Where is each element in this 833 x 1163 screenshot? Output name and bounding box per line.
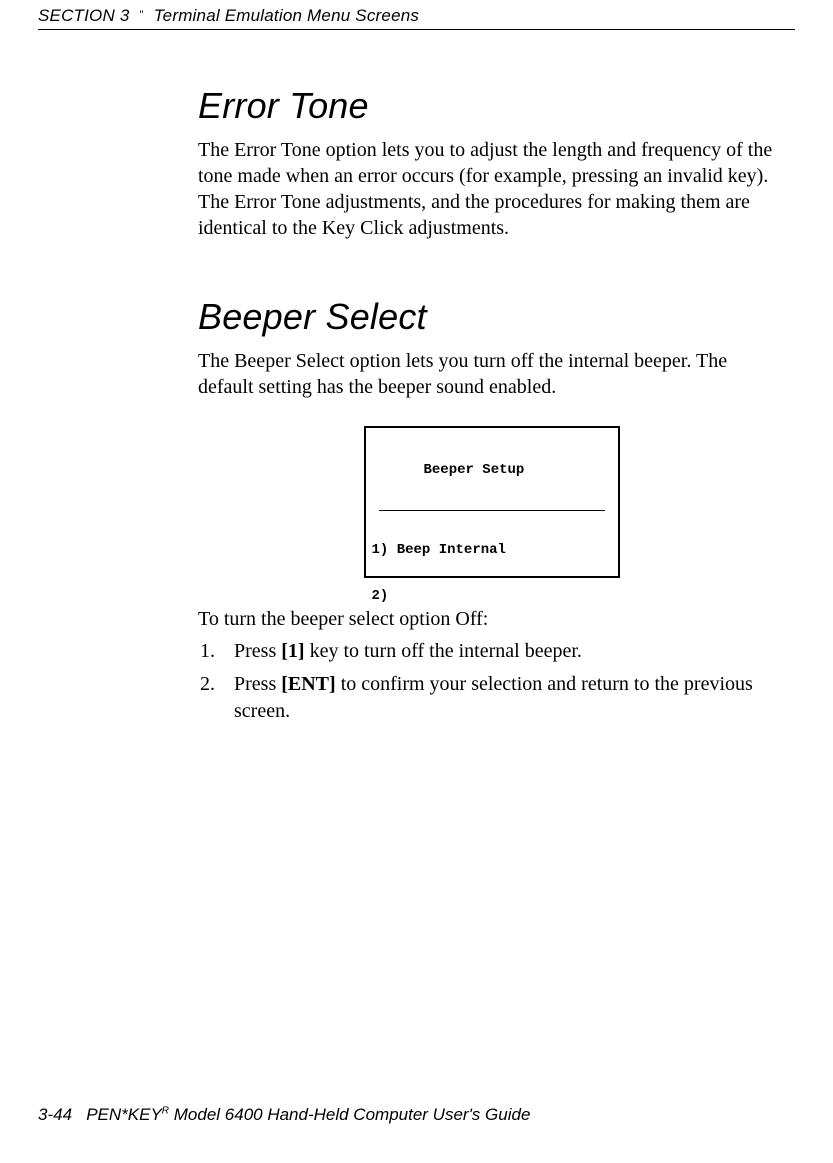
screen-line-2: 2) — [372, 589, 612, 604]
step-1-pre: Press — [234, 640, 281, 662]
content-area: Error Tone The Error Tone option lets yo… — [198, 85, 785, 725]
heading-error-tone: Error Tone — [198, 85, 785, 127]
page-footer: 3-44 PEN*KEYR Model 6400 Hand-Held Compu… — [38, 1105, 795, 1125]
instructions-list: Press [1] key to turn off the internal b… — [198, 638, 785, 725]
page-header: SECTION 3 " Terminal Emulation Menu Scre… — [38, 0, 795, 26]
header-section: SECTION 3 — [38, 6, 130, 26]
step-1: Press [1] key to turn off the internal b… — [220, 638, 785, 665]
step-2: Press [ENT] to confirm your selection an… — [220, 671, 785, 725]
footer-brand-post: Model 6400 Hand-Held Computer User's Gui… — [169, 1105, 530, 1124]
paragraph-error-tone: The Error Tone option lets you to adjust… — [198, 137, 785, 241]
step-1-post: key to turn off the internal beeper. — [305, 640, 582, 662]
paragraph-beeper-select: The Beeper Select option lets you turn o… — [198, 348, 785, 400]
footer-brand-pre: PEN*KEY — [86, 1105, 162, 1124]
page: SECTION 3 " Terminal Emulation Menu Scre… — [0, 0, 833, 1163]
header-title: Terminal Emulation Menu Screens — [154, 6, 419, 26]
terminal-screen-wrap: Beeper Setup 1) Beep Internal 2) — [198, 426, 785, 578]
header-rule — [38, 29, 795, 30]
screen-title: Beeper Setup — [372, 463, 612, 478]
header-separator: " — [140, 9, 144, 21]
screen-line-1: 1) Beep Internal — [372, 543, 612, 558]
footer-page-number: 3-44 — [38, 1105, 72, 1124]
step-2-pre: Press — [234, 673, 281, 695]
screen-title-underline — [379, 510, 605, 511]
keycap-ent: [ENT] — [281, 673, 335, 695]
footer-brand-sup: R — [162, 1105, 169, 1116]
keycap-1: [1] — [281, 640, 304, 662]
terminal-screen: Beeper Setup 1) Beep Internal 2) — [364, 426, 620, 578]
heading-beeper-select: Beeper Select — [198, 296, 785, 338]
